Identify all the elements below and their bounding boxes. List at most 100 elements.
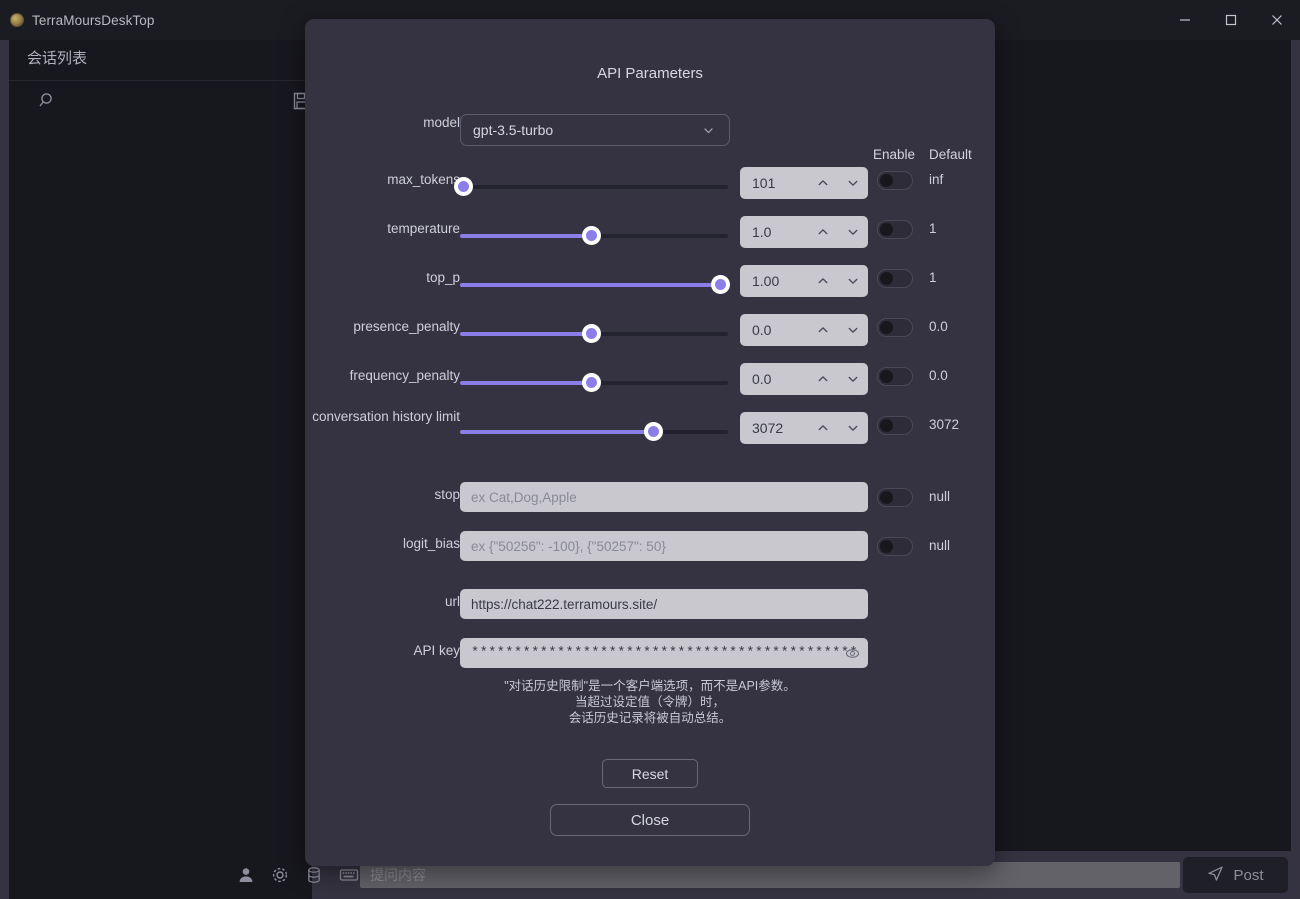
spinner-value: 0.0 bbox=[740, 371, 808, 387]
slider-row: frequency_penalty0.00.0 bbox=[305, 367, 995, 401]
stop-row: stop null bbox=[305, 486, 995, 520]
stop-input[interactable] bbox=[460, 482, 868, 512]
slider-control[interactable] bbox=[460, 331, 728, 337]
slider-label: temperature bbox=[230, 220, 460, 237]
default-value: 0.0 bbox=[929, 319, 948, 334]
value-spinner[interactable]: 0.0 bbox=[740, 363, 868, 395]
chevron-down-icon[interactable] bbox=[838, 363, 868, 395]
chevron-up-icon[interactable] bbox=[808, 216, 838, 248]
model-select-value: gpt-3.5-turbo bbox=[473, 122, 553, 138]
enable-toggle[interactable] bbox=[877, 269, 913, 288]
eye-icon[interactable] bbox=[845, 646, 860, 661]
user-icon[interactable] bbox=[237, 866, 255, 884]
database-icon[interactable] bbox=[305, 866, 323, 884]
api-key-input[interactable] bbox=[460, 638, 868, 668]
enable-toggle[interactable] bbox=[877, 367, 913, 386]
slider-control[interactable] bbox=[460, 233, 728, 239]
enable-toggle[interactable] bbox=[877, 318, 913, 337]
column-header-enable: Enable bbox=[873, 147, 915, 162]
slider-thumb[interactable] bbox=[582, 373, 601, 392]
close-button[interactable]: Close bbox=[550, 804, 750, 836]
slider-thumb[interactable] bbox=[454, 177, 473, 196]
default-value: 1 bbox=[929, 221, 937, 236]
send-icon bbox=[1207, 865, 1224, 886]
url-input[interactable] bbox=[460, 589, 868, 619]
slider-thumb[interactable] bbox=[582, 324, 601, 343]
reset-button[interactable]: Reset bbox=[602, 759, 698, 788]
value-spinner[interactable]: 1.0 bbox=[740, 216, 868, 248]
post-button-label: Post bbox=[1233, 867, 1263, 884]
chevron-up-icon[interactable] bbox=[808, 314, 838, 346]
window-title: TerraMoursDeskTop bbox=[32, 13, 155, 28]
chevron-up-icon[interactable] bbox=[808, 363, 838, 395]
logit-bias-enable-toggle[interactable] bbox=[877, 537, 913, 556]
logit-bias-label: logit_bias bbox=[230, 535, 460, 552]
default-value: 1 bbox=[929, 270, 937, 285]
value-spinner[interactable]: 3072 bbox=[740, 412, 868, 444]
dialog-title: API Parameters bbox=[305, 65, 995, 82]
slider-row: top_p1.001 bbox=[305, 269, 995, 303]
spinner-value: 3072 bbox=[740, 420, 808, 436]
api-key-row: API key bbox=[305, 642, 995, 676]
column-header-default: Default bbox=[929, 147, 972, 162]
app-logo-icon bbox=[10, 13, 24, 27]
value-spinner[interactable]: 0.0 bbox=[740, 314, 868, 346]
chevron-down-icon[interactable] bbox=[838, 216, 868, 248]
url-label: url bbox=[230, 593, 460, 610]
slider-fill bbox=[460, 283, 720, 287]
spinner-value: 101 bbox=[740, 175, 808, 191]
logit-bias-default-value: null bbox=[929, 538, 950, 553]
slider-control[interactable] bbox=[460, 429, 728, 435]
slider-fill bbox=[460, 234, 591, 238]
url-row: url bbox=[305, 593, 995, 627]
slider-fill bbox=[460, 332, 591, 336]
chevron-down-icon[interactable] bbox=[838, 265, 868, 297]
sidebar-title: 会话列表 bbox=[27, 47, 87, 68]
chevron-down-icon bbox=[702, 124, 715, 137]
slider-track bbox=[460, 185, 728, 189]
note-line-2: 当超过设定值（令牌）时， bbox=[305, 694, 995, 710]
slider-control[interactable] bbox=[460, 380, 728, 386]
note-line-1: "对话历史限制"是一个客户端选项，而不是API参数。 bbox=[305, 678, 995, 694]
minimize-icon[interactable] bbox=[1162, 0, 1208, 40]
value-spinner[interactable]: 101 bbox=[740, 167, 868, 199]
slider-row: conversation history limit30723072 bbox=[305, 416, 995, 450]
chevron-down-icon[interactable] bbox=[838, 167, 868, 199]
close-icon[interactable] bbox=[1254, 0, 1300, 40]
slider-control[interactable] bbox=[460, 184, 728, 190]
chevron-down-icon[interactable] bbox=[838, 314, 868, 346]
slider-fill bbox=[460, 381, 591, 385]
chevron-up-icon[interactable] bbox=[808, 265, 838, 297]
default-value: 0.0 bbox=[929, 368, 948, 383]
model-label: model bbox=[230, 114, 460, 131]
slider-thumb[interactable] bbox=[582, 226, 601, 245]
slider-thumb[interactable] bbox=[711, 275, 730, 294]
model-select[interactable]: gpt-3.5-turbo bbox=[460, 114, 730, 146]
slider-fill bbox=[460, 430, 653, 434]
logit-bias-row: logit_bias null bbox=[305, 535, 995, 569]
stop-enable-toggle[interactable] bbox=[877, 488, 913, 507]
slider-row: max_tokens101inf bbox=[305, 171, 995, 205]
keyboard-icon[interactable] bbox=[339, 866, 359, 884]
enable-toggle[interactable] bbox=[877, 416, 913, 435]
bottom-tool-icons bbox=[9, 851, 312, 899]
slider-control[interactable] bbox=[460, 282, 728, 288]
slider-row: presence_penalty0.00.0 bbox=[305, 318, 995, 352]
stop-label: stop bbox=[230, 486, 460, 503]
slider-row: temperature1.01 bbox=[305, 220, 995, 254]
chevron-down-icon[interactable] bbox=[838, 412, 868, 444]
chevron-up-icon[interactable] bbox=[808, 412, 838, 444]
enable-toggle[interactable] bbox=[877, 171, 913, 190]
slider-label: presence_penalty bbox=[230, 318, 460, 335]
note-line-3: 会话历史记录将被自动总结。 bbox=[305, 710, 995, 726]
gear-icon[interactable] bbox=[271, 866, 289, 884]
slider-thumb[interactable] bbox=[644, 422, 663, 441]
chevron-up-icon[interactable] bbox=[808, 167, 838, 199]
maximize-icon[interactable] bbox=[1208, 0, 1254, 40]
search-icon[interactable] bbox=[38, 91, 58, 116]
post-button[interactable]: Post bbox=[1183, 857, 1288, 893]
value-spinner[interactable]: 1.00 bbox=[740, 265, 868, 297]
logit-bias-input[interactable] bbox=[460, 531, 868, 561]
enable-toggle[interactable] bbox=[877, 220, 913, 239]
slider-label: frequency_penalty bbox=[230, 367, 460, 384]
